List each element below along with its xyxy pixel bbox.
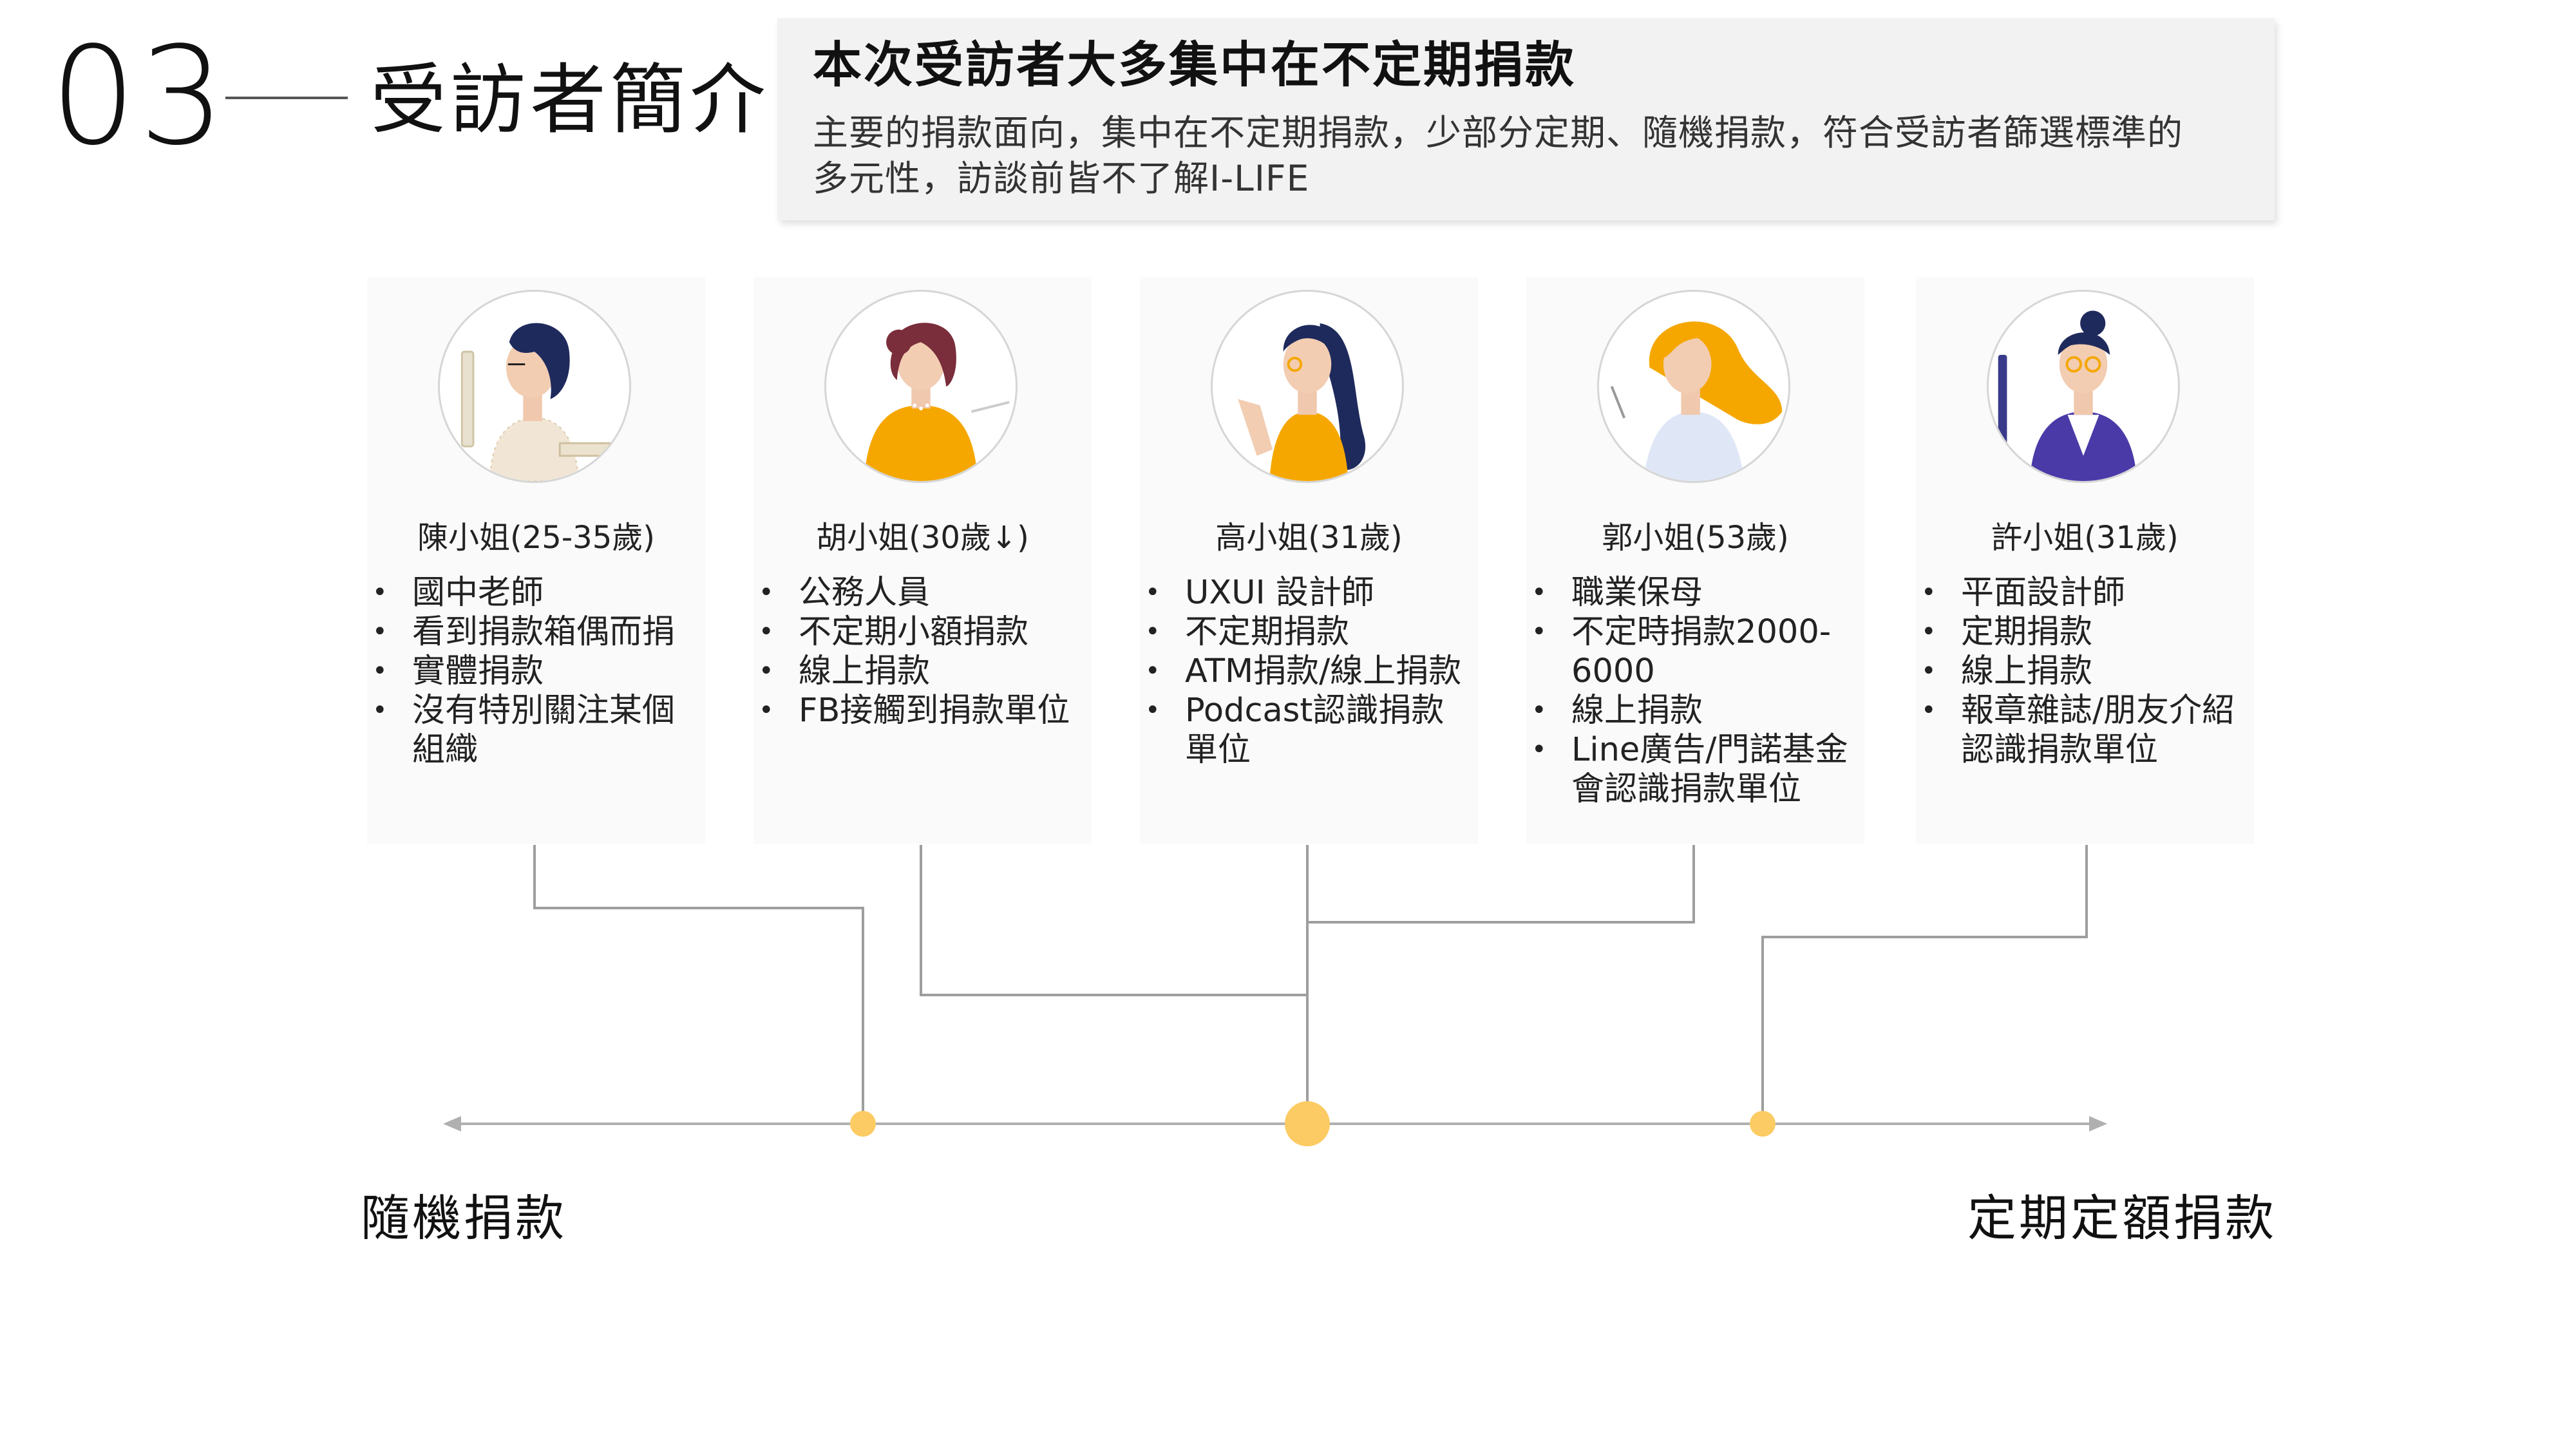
persona-attributes: 職業保母 不定時捐款2000-6000 線上捐款 Line廣告/門諾基金會認識捐… xyxy=(1531,573,1855,809)
persona-card-1: 陳小姐(25-35歲) 國中老師 看到捐款箱偶而捐 實體捐款 沒有特別關注某個組… xyxy=(367,277,705,844)
persona-attribute: 線上捐款 xyxy=(1921,652,2244,691)
persona-name: 高小姐(31歲) xyxy=(1215,520,1403,556)
connector-lines xyxy=(533,845,2088,1124)
woman-blonde-illustration xyxy=(1610,321,1783,481)
persona-attributes: 公務人員 不定期小額捐款 線上捐款 FB接觸到捐款單位 xyxy=(759,573,1082,730)
persona-attribute: UXUI 設計師 xyxy=(1145,573,1468,612)
persona-attribute: 報章雜誌/朋友介紹認識捐款單位 xyxy=(1921,691,2244,770)
persona-avatar-4 xyxy=(1597,290,1790,483)
persona-attribute: 線上捐款 xyxy=(759,652,1082,691)
persona-card-4: 郭小姐(53歲) 職業保母 不定時捐款2000-6000 線上捐款 Line廣告… xyxy=(1526,277,1864,844)
persona-attribute: 看到捐款箱偶而捐 xyxy=(372,612,696,652)
axis-arrow-left xyxy=(443,1116,461,1132)
persona-attribute: 實體捐款 xyxy=(372,652,696,691)
persona-attribute: 職業保母 xyxy=(1531,573,1855,612)
connector-4 xyxy=(1307,845,1695,923)
woman-yellow-top-illustration xyxy=(864,323,1010,481)
timeline-label-random: 隨機捐款 xyxy=(361,1189,567,1247)
woman-bun-jacket-illustration xyxy=(1998,310,2137,481)
persona-attribute: 定期捐款 xyxy=(1921,612,2244,652)
persona-attribute: 公務人員 xyxy=(759,573,1082,612)
persona-attribute: 不定時捐款2000-6000 xyxy=(1531,612,1855,691)
persona-attributes: UXUI 設計師 不定期捐款 ATM捐款/線上捐款 Podcast認識捐款單位 xyxy=(1145,573,1468,770)
woman-laptop-illustration xyxy=(460,323,612,481)
persona-attribute: 國中老師 xyxy=(372,573,696,612)
persona-name: 陳小姐(25-35歲) xyxy=(417,520,655,556)
persona-attribute: 平面設計師 xyxy=(1921,573,2244,612)
persona-name: 胡小姐(30歲↓) xyxy=(816,520,1029,556)
connector-1 xyxy=(533,845,864,1124)
persona-name: 郭小姐(53歲) xyxy=(1602,520,1789,556)
persona-attributes: 國中老師 看到捐款箱偶而捐 實體捐款 沒有特別關注某個組織 xyxy=(372,573,696,770)
connector-5 xyxy=(1761,845,2088,1124)
persona-attribute: 線上捐款 xyxy=(1531,691,1855,730)
persona-attribute: Line廣告/門諾基金會認識捐款單位 xyxy=(1531,730,1855,809)
timeline-dot-regular xyxy=(1750,1111,1776,1137)
persona-attribute: 不定期捐款 xyxy=(1145,612,1468,652)
axis-arrow-right xyxy=(2089,1116,2107,1132)
persona-attribute: ATM捐款/線上捐款 xyxy=(1145,652,1468,691)
persona-avatar-5 xyxy=(1987,290,2180,483)
persona-avatar-3 xyxy=(1211,290,1404,483)
persona-avatar-2 xyxy=(824,290,1018,483)
timeline-label-regular: 定期定額捐款 xyxy=(1967,1189,2277,1247)
persona-attribute: 不定期小額捐款 xyxy=(759,612,1082,652)
persona-card-3: 高小姐(31歲) UXUI 設計師 不定期捐款 ATM捐款/線上捐款 Podca… xyxy=(1140,277,1478,844)
persona-card-2: 胡小姐(30歲↓) 公務人員 不定期小額捐款 線上捐款 FB接觸到捐款單位 xyxy=(753,277,1092,844)
persona-attribute: FB接觸到捐款單位 xyxy=(759,691,1082,730)
persona-attribute: Podcast認識捐款單位 xyxy=(1145,691,1468,770)
persona-card-5: 許小姐(31歲) 平面設計師 定期捐款 線上捐款 報章雜誌/朋友介紹認識捐款單位 xyxy=(1916,277,2254,844)
timeline-dot-random xyxy=(850,1111,876,1137)
persona-avatar-1 xyxy=(438,290,631,483)
connector-2 xyxy=(920,845,1309,1124)
woman-long-hair-illustration xyxy=(1238,323,1366,481)
persona-attributes: 平面設計師 定期捐款 線上捐款 報章雜誌/朋友介紹認識捐款單位 xyxy=(1921,573,2244,770)
persona-attribute: 沒有特別關注某個組織 xyxy=(372,691,696,770)
persona-name: 許小姐(31歲) xyxy=(1991,520,2179,556)
timeline-dot-irregular xyxy=(1285,1101,1330,1146)
